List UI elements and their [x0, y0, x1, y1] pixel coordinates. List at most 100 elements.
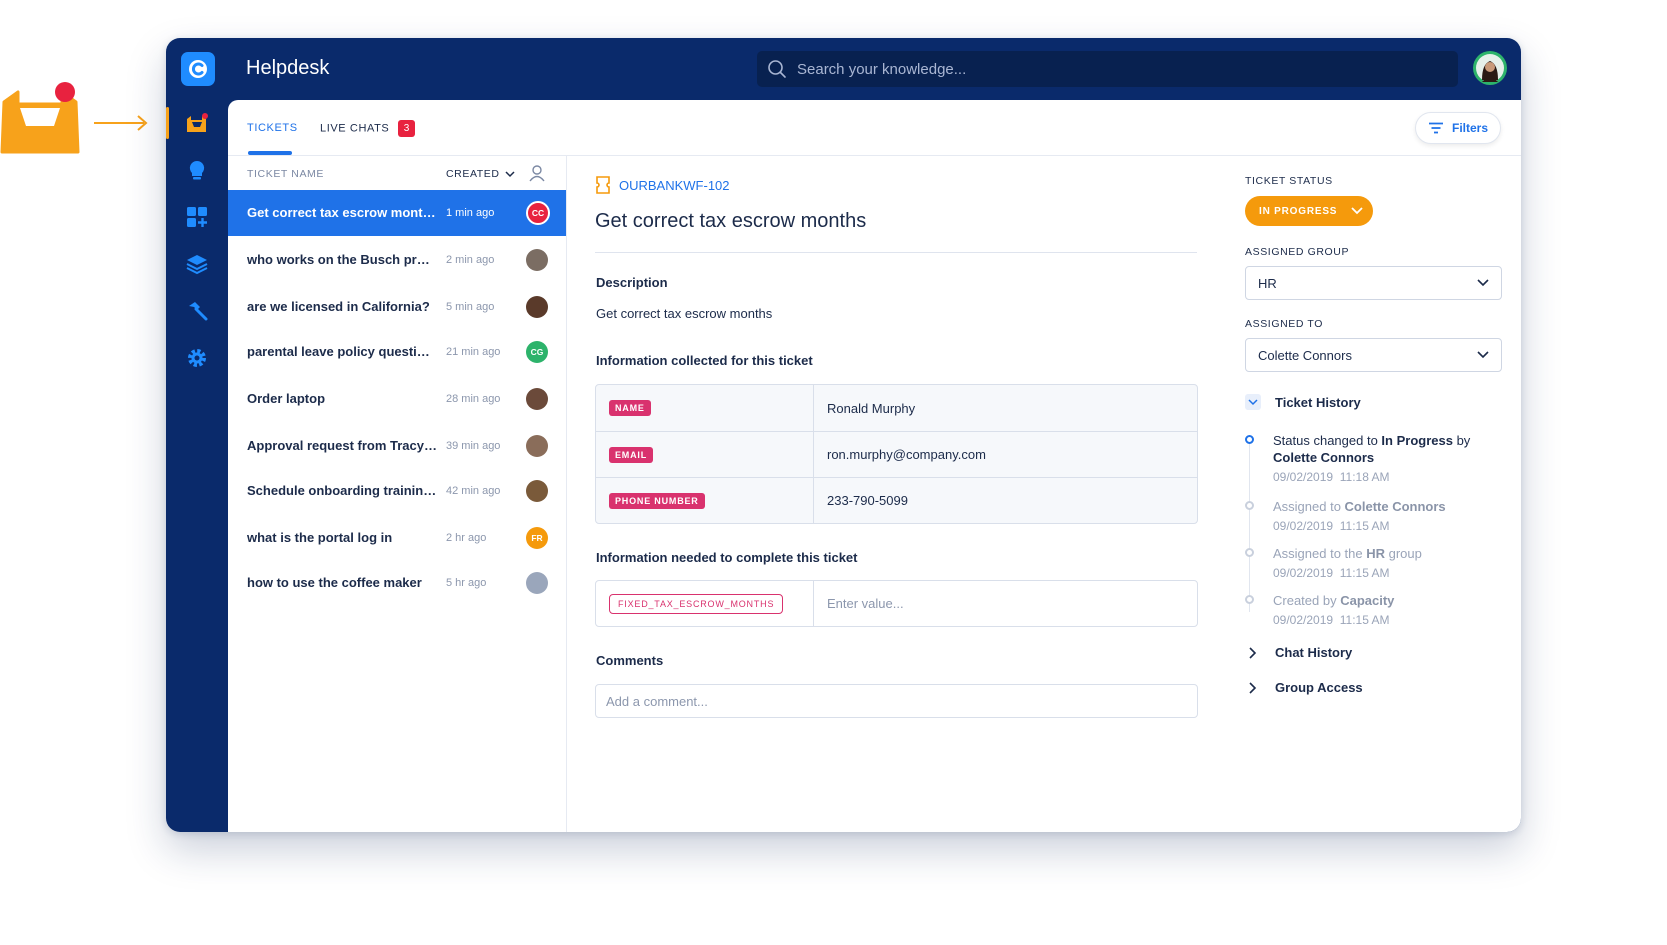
ticket-status-label: TICKET STATUS	[1245, 175, 1333, 187]
tab-live-chats[interactable]: LIVE CHATS 3	[320, 120, 416, 137]
divider	[595, 252, 1197, 253]
nav-helpdesk[interactable]	[166, 103, 228, 143]
ticket-row[interactable]: parental leave policy questio… 21 min ag…	[228, 329, 566, 375]
ticket-sidebar: TICKET STATUS IN PROGRESS ASSIGNED GROUP…	[1245, 156, 1505, 832]
history-date: 09/02/2019 11:15 AM	[1273, 613, 1390, 627]
assigned-group-select[interactable]: HR	[1245, 266, 1502, 300]
comment-box[interactable]	[595, 684, 1198, 718]
ticket-row[interactable]: Approval request from Tracy… 39 min ago	[228, 423, 566, 469]
nav-rail	[166, 100, 228, 832]
info-key: NAME	[596, 385, 814, 431]
chevron-down-icon	[1245, 394, 1261, 410]
apps-grid-icon	[187, 207, 207, 227]
ticket-row[interactable]: who works on the Busch proj… 2 min ago	[228, 237, 566, 283]
ticket-id[interactable]: OURBANKWF-102	[595, 176, 730, 194]
nav-settings[interactable]	[166, 338, 228, 378]
column-created[interactable]: CREATED	[446, 168, 515, 180]
info-value: 233-790-5099	[827, 493, 908, 508]
chat-history-toggle[interactable]: Chat History	[1245, 645, 1352, 660]
ticket-detail: OURBANKWF-102 Get correct tax escrow mon…	[567, 156, 1227, 832]
ticket-row-title: what is the portal log in	[247, 530, 393, 545]
history-date: 09/02/2019 11:15 AM	[1273, 566, 1390, 580]
info-value: Ronald Murphy	[827, 400, 916, 416]
description-label: Description	[596, 275, 668, 290]
ticket-row-avatar	[526, 435, 548, 457]
main-content: TICKETS LIVE CHATS 3 Filters TICKET NAME …	[228, 100, 1521, 832]
chevron-down-icon	[1477, 351, 1489, 359]
field-tag: PHONE NUMBER	[609, 492, 705, 509]
ticket-row[interactable]: are we licensed in California? 5 min ago	[228, 284, 566, 330]
needed-value[interactable]	[814, 581, 1197, 626]
ticket-row-time: 2 hr ago	[446, 532, 487, 544]
capacity-logo-icon	[189, 60, 207, 78]
ticket-row[interactable]: Get correct tax escrow months 1 min ago …	[228, 190, 566, 236]
status-value: IN PROGRESS	[1259, 205, 1338, 217]
ticket-row[interactable]: Schedule onboarding trainin… 42 min ago	[228, 468, 566, 514]
history-item: Assigned to Colette Connors 09/02/2019 1…	[1245, 498, 1503, 533]
nav-apps[interactable]	[166, 197, 228, 237]
chevron-right-icon	[1245, 646, 1261, 659]
history-item: Status changed to In Progress by Colette…	[1245, 432, 1503, 484]
tab-tickets[interactable]: TICKETS	[247, 122, 298, 134]
lightbulb-icon	[189, 160, 205, 180]
app-window: Helpdesk Search your knowledge... TICKET…	[166, 38, 1521, 832]
history-text: Assigned to Colette Connors	[1273, 499, 1446, 514]
assigned-to-select[interactable]: Colette Connors	[1245, 338, 1502, 372]
ticket-row-avatar	[526, 388, 548, 410]
ticket-row-time: 21 min ago	[446, 346, 501, 358]
info-key: EMAIL	[596, 432, 814, 477]
ticket-row[interactable]: how to use the coffee maker 5 hr ago	[228, 560, 566, 606]
nav-layers[interactable]	[166, 244, 228, 284]
ticket-row-title: Get correct tax escrow months	[247, 205, 437, 220]
field-tag: EMAIL	[609, 446, 653, 463]
needed-info-table: FIXED_TAX_ESCROW_MONTHS	[595, 580, 1198, 627]
app-logo[interactable]	[181, 52, 215, 86]
ticket-row-title: how to use the coffee maker	[247, 575, 422, 590]
history-date: 09/02/2019 11:18 AM	[1273, 470, 1390, 484]
filters-button[interactable]: Filters	[1415, 112, 1501, 144]
ticket-row-time: 28 min ago	[446, 393, 501, 405]
group-access-title: Group Access	[1275, 680, 1363, 695]
app-title: Helpdesk	[246, 57, 330, 79]
nav-build[interactable]	[166, 291, 228, 331]
tab-tickets-label: TICKETS	[247, 122, 298, 134]
nav-knowledge[interactable]	[166, 150, 228, 190]
status-dropdown[interactable]: IN PROGRESS	[1245, 196, 1373, 226]
chat-history-title: Chat History	[1275, 645, 1353, 660]
ticket-row[interactable]: what is the portal log in 2 hr ago FR	[228, 515, 566, 561]
column-assignee[interactable]	[528, 164, 546, 187]
filter-icon	[1428, 122, 1443, 134]
needed-key: FIXED_TAX_ESCROW_MONTHS	[596, 581, 814, 626]
ticket-row-avatar: CG	[526, 341, 548, 363]
collected-info-table: NAME Ronald Murphy EMAIL ron.murphy@comp…	[595, 384, 1198, 524]
ticket-title: Get correct tax escrow months	[595, 210, 867, 232]
history-text: Status changed to In Progress by Colette…	[1273, 433, 1471, 465]
comments-label: Comments	[596, 653, 664, 668]
comment-input[interactable]	[606, 693, 1197, 709]
ticket-history-toggle[interactable]: Ticket History	[1245, 394, 1361, 410]
chevron-down-icon	[1351, 207, 1363, 215]
inbox-callout	[0, 82, 160, 162]
ticket-row[interactable]: Order laptop 28 min ago	[228, 376, 566, 422]
tab-live-chats-label: LIVE CHATS	[320, 122, 390, 135]
tab-bar: TICKETS LIVE CHATS 3 Filters	[228, 100, 1521, 156]
group-access-toggle[interactable]: Group Access	[1245, 680, 1363, 695]
needed-value-input[interactable]	[827, 596, 1197, 611]
hammer-icon	[189, 302, 208, 321]
ticket-icon	[596, 176, 610, 194]
history-item: Assigned to the HR group 09/02/2019 11:1…	[1245, 545, 1503, 580]
column-ticket-name[interactable]: TICKET NAME	[247, 168, 324, 180]
search-bar[interactable]	[757, 51, 1458, 87]
user-outline-icon	[529, 165, 545, 182]
active-tab-indicator	[248, 151, 292, 155]
timeline-dot	[1245, 501, 1254, 510]
search-input[interactable]	[797, 60, 1397, 78]
user-avatar-icon	[1476, 54, 1504, 82]
layers-icon	[186, 255, 208, 275]
ticket-row-avatar	[526, 249, 548, 271]
chevron-down-icon	[505, 170, 515, 177]
user-avatar[interactable]	[1473, 51, 1507, 85]
assigned-group-value: HR	[1258, 275, 1277, 291]
field-tag: NAME	[609, 400, 651, 416]
assigned-to-value: Colette Connors	[1258, 347, 1352, 363]
